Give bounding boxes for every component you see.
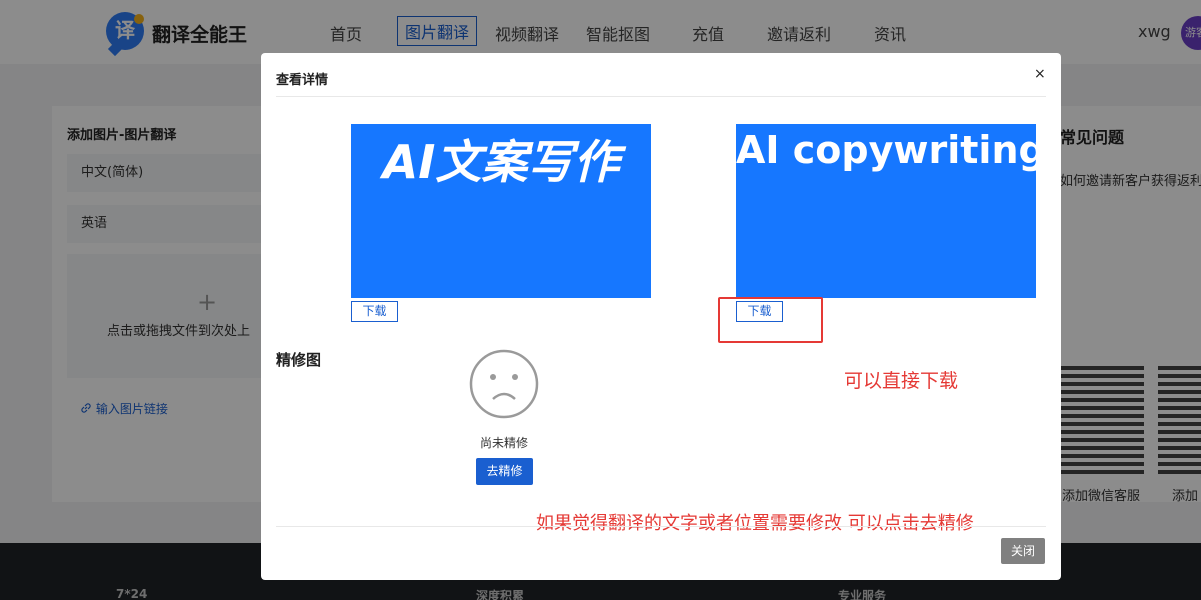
original-image-text: AI文案写作 [382,135,620,189]
not-refined-status: 尚未精修 [480,436,529,450]
annotation-highlight-box [718,297,823,343]
dialog-title: 查看详情 [276,73,329,88]
translated-image: AI copywriting [736,124,1036,298]
annotation-download-note: 可以直接下载 [844,370,959,392]
close-icon[interactable]: × [1034,66,1046,82]
close-button[interactable]: 关闭 [1001,538,1045,564]
dialog-header-divider [276,96,1046,97]
detail-dialog: 查看详情 × AI文案写作 AI copywriting 下载 下载 可以直接下… [261,53,1061,580]
sad-face-icon [469,349,539,419]
original-image: AI文案写作 [351,124,651,298]
refine-section-label: 精修图 [276,351,322,369]
refine-button[interactable]: 去精修 [476,458,533,485]
translated-image-text: AI copywriting [736,128,1036,172]
annotation-refine-note: 如果觉得翻译的文字或者位置需要修改 可以点击去精修 [536,513,974,534]
download-original-button[interactable]: 下载 [351,301,398,322]
dialog-footer-divider [276,526,1046,527]
